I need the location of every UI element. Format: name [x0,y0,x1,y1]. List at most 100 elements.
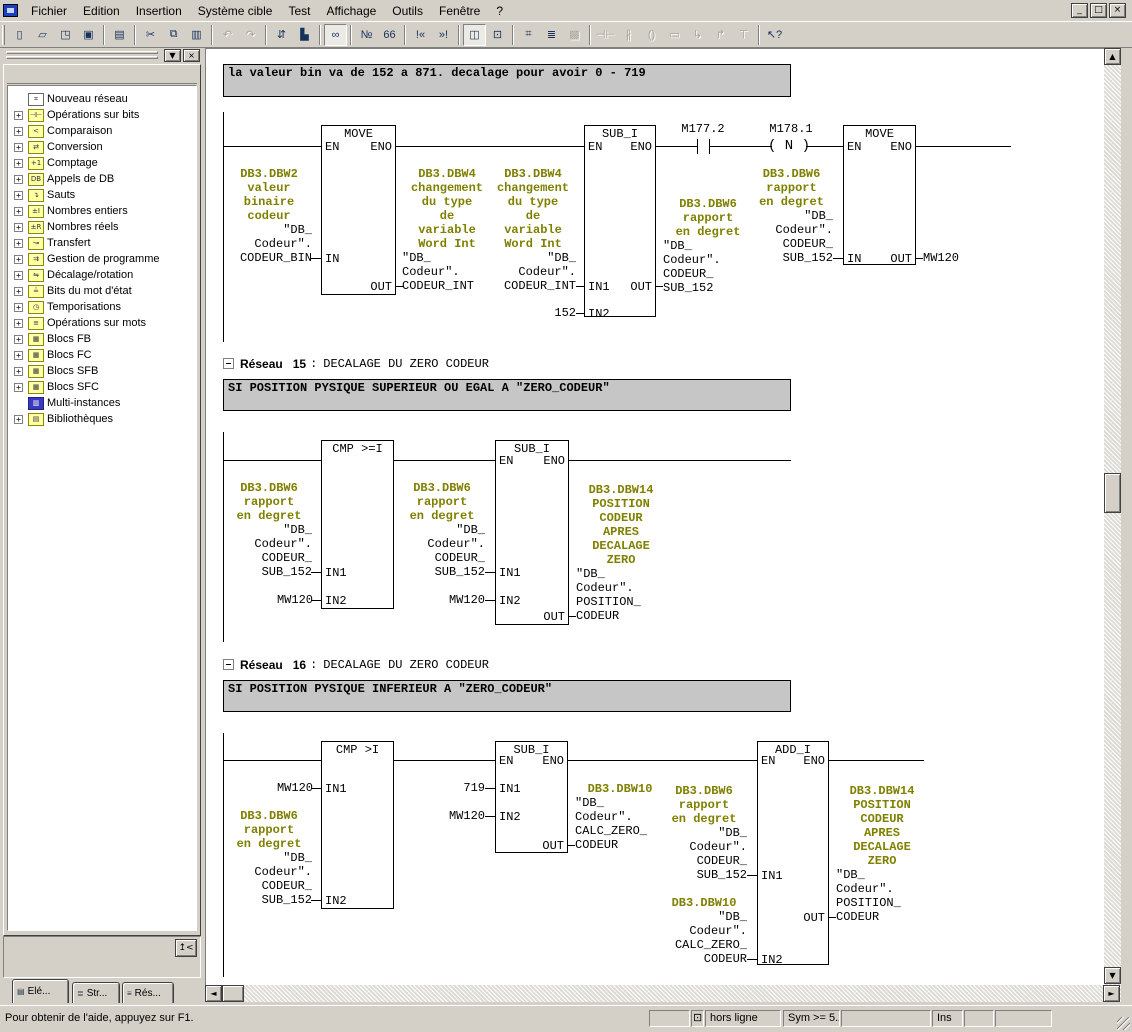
contact-no-symbol[interactable] [697,139,698,154]
operand-codeur-int-src[interactable]: DB3.DBW4 changement du type de variable … [490,167,576,293]
expand-box[interactable]: + [14,351,23,360]
scroll-right-button[interactable]: ► [1103,985,1120,1002]
tree-item-comptage[interactable]: ++1Comptage [8,155,196,171]
network-16-header[interactable]: Réseau 16 : DECALAGE DU ZERO CODEUR [223,657,783,672]
operand-calc-zero-src[interactable]: DB3.DBW10 "DB_ Codeur". CALC_ZERO_ CODEU… [661,896,747,966]
menu-help[interactable]: ? [488,1,511,21]
expand-box[interactable]: + [14,159,23,168]
accessible-blocks-button[interactable]: ▙ [293,24,316,46]
operand-mw120[interactable]: MW120 [266,593,313,607]
cut-button[interactable]: ✂ [139,24,162,46]
tree-item-transfert[interactable]: +↝Transfert [8,235,196,251]
menu-fenetre[interactable]: Fenêtre [431,1,488,21]
monitor-button[interactable]: ∞ [324,24,347,46]
tree-item-nombres-reels[interactable]: +±RNombres réels [8,219,196,235]
menu-fichier[interactable]: Fichier [23,1,75,21]
new-button[interactable]: ▯ [8,24,31,46]
app-icon[interactable] [3,4,18,17]
negative-edge-coil[interactable]: ( N ) [768,139,810,154]
operand-mw120[interactable]: MW120 [266,781,313,795]
save-button[interactable]: ▣ [77,24,100,46]
constant-719[interactable]: 719 [438,781,485,795]
expand-box[interactable]: + [14,383,23,392]
new-network-button[interactable]: ⌗ [517,24,540,46]
operand-mw120[interactable]: MW120 [438,809,485,823]
collapse-icon[interactable] [223,358,234,369]
expand-box[interactable]: + [14,319,23,328]
tree-item-appels-de-db[interactable]: +DBAppels de DB [8,171,196,187]
vertical-scroll-thumb[interactable] [1104,473,1121,513]
tree-item-bits-du-mot-detat[interactable]: +≟Bits du mot d'état [8,283,196,299]
operand-sub152-src[interactable]: DB3.DBW6 rapport en degret "DB_ Codeur".… [226,481,312,579]
operand-sub152-src[interactable]: DB3.DBW6 rapport en degret "DB_ Codeur".… [750,167,833,265]
collapse-icon[interactable] [223,659,234,670]
symbol-information-button[interactable]: 66 [378,24,401,46]
menu-systeme-cible[interactable]: Système cible [190,1,281,21]
tree-item-sauts[interactable]: +↴Sauts [8,187,196,203]
network-14-comment[interactable]: la valeur bin va de 152 a 871. decalage … [223,64,791,97]
move-block-2[interactable]: MOVE EN ENO IN OUT [843,125,916,265]
sub-i-block-2[interactable]: SUB_I EN ENO IN1 IN2 OUT [495,440,569,625]
menu-outils[interactable]: Outils [384,1,431,21]
tree-item-blocs-sfb[interactable]: +▦Blocs SFB [8,363,196,379]
tab-structure[interactable]: ≣Str... [72,982,120,1003]
move-block-1[interactable]: MOVE EN ENO IN OUT [321,125,396,295]
download-button[interactable]: ⇵ [270,24,293,46]
print-button[interactable]: ▤ [108,24,131,46]
overview-button[interactable]: ⊡ [486,24,509,46]
cmp-ge-block[interactable]: CMP >=I IN1 IN2 [321,440,394,609]
operand-sub152-src[interactable]: DB3.DBW6 rapport en degret "DB_ Codeur".… [226,809,312,907]
network-15-header[interactable]: Réseau 15 : DECALAGE DU ZERO CODEUR [223,356,783,371]
expand-box[interactable]: + [14,191,23,200]
cmp-gt-block[interactable]: CMP >I IN1 IN2 [321,741,394,909]
expand-box[interactable]: + [14,271,23,280]
expand-box[interactable]: + [14,335,23,344]
horizontal-scroll-thumb[interactable] [222,985,244,1002]
operand-sub152-src[interactable]: DB3.DBW6 rapport en degret "DB_ Codeur".… [399,481,485,579]
expand-box[interactable]: + [14,367,23,376]
scroll-down-button[interactable]: ▼ [1104,967,1121,984]
network-15-comment[interactable]: SI POSITION PYSIQUE SUPERIEUR OU EGAL A … [223,379,791,411]
menu-insertion[interactable]: Insertion [128,1,190,21]
operand-position-codeur-dest[interactable]: DB3.DBW14 POSITION CODEUR APRES DECALAGE… [836,784,928,924]
horizontal-scrollbar[interactable]: ◄ ► [205,985,1121,1002]
tree-item-nombres-entiers[interactable]: +±INombres entiers [8,203,196,219]
menu-edition[interactable]: Edition [75,1,128,21]
constant-152[interactable]: 152 [532,306,576,320]
tree-item-comparaison[interactable]: +<Comparaison [8,123,196,139]
expand-box[interactable]: + [14,287,23,296]
catalog-close-button[interactable]: × [183,49,200,62]
tree-item-operations-sur-mots[interactable]: +≡Opérations sur mots [8,315,196,331]
network-16-comment[interactable]: SI POSITION PYSIQUE INFERIEUR A "ZERO_CO… [223,680,791,712]
paste-button[interactable]: ▥ [185,24,208,46]
expand-box[interactable]: + [14,127,23,136]
operand-mw120[interactable]: MW120 [438,593,485,607]
scroll-up-button[interactable]: ▲ [1104,48,1121,65]
tree-item-blocs-fc[interactable]: +▦Blocs FC [8,347,196,363]
open-online-button[interactable]: ◳ [54,24,77,46]
operand-calc-zero-dest[interactable]: DB3.DBW10 "DB_ Codeur". CALC_ZERO_ CODEU… [575,782,665,852]
catalog-grip-bar[interactable]: ▼ × [0,48,204,64]
goto-next-error-button[interactable]: »! [432,24,455,46]
operand-sub152-src[interactable]: DB3.DBW6 rapport en degret "DB_ Codeur".… [661,784,747,882]
open-button[interactable]: ▱ [31,24,54,46]
vertical-scrollbar[interactable]: ▲ ▼ [1104,48,1121,985]
program-elements-button[interactable]: ≣ [540,24,563,46]
expand-box[interactable]: + [14,303,23,312]
scroll-left-button[interactable]: ◄ [205,985,222,1002]
operand-mw120[interactable]: MW120 [923,251,971,265]
tree-item-blocs-sfc[interactable]: +▦Blocs SFC [8,379,196,395]
menu-affichage[interactable]: Affichage [318,1,384,21]
element-tree[interactable]: ⌗Nouveau réseau +⊣⊢Opérations sur bits +… [7,85,197,931]
minimize-button[interactable]: _ [1071,3,1088,18]
expand-box[interactable]: + [14,143,23,152]
tab-resume[interactable]: ≡Rés... [122,982,174,1003]
tree-item-conversion[interactable]: +⇄Conversion [8,139,196,155]
tree-item-blocs-fb[interactable]: +▦Blocs FB [8,331,196,347]
tree-item-bibliotheques[interactable]: +▤Bibliothèques [8,411,196,427]
resize-grip[interactable] [1117,1017,1130,1030]
tree-item-temporisations[interactable]: +◷Temporisations [8,299,196,315]
ladder-canvas[interactable]: la valeur bin va de 152 a 871. decalage … [205,48,1104,985]
expand-box[interactable]: + [14,415,23,424]
tree-item-multi-instances[interactable]: ▥Multi-instances [8,395,196,411]
